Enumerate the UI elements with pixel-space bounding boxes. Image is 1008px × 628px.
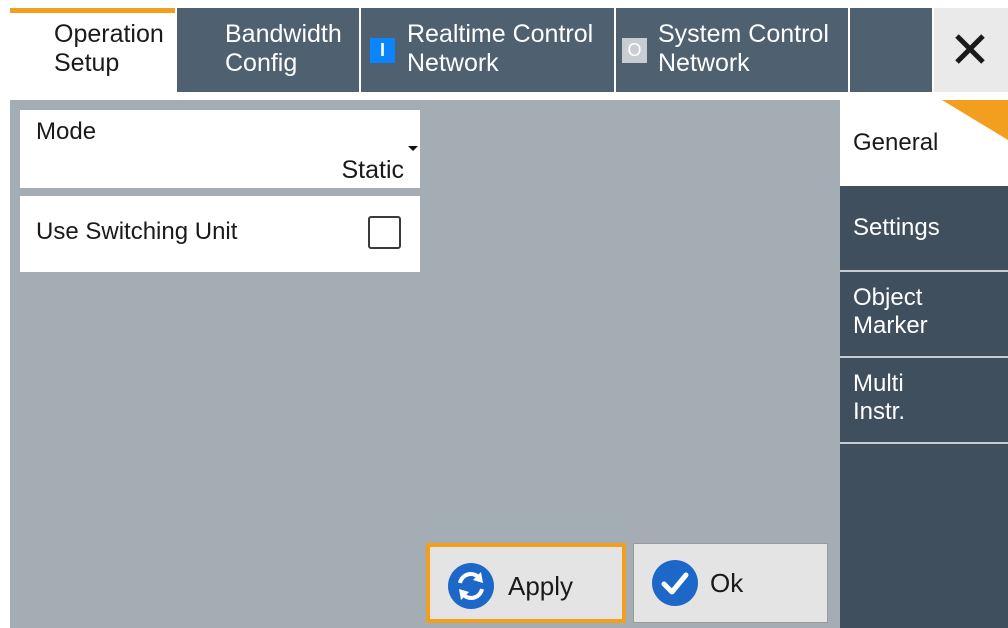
side-nav-label-line2: Instr.: [853, 398, 906, 425]
mode-select[interactable]: Mode Static: [20, 110, 420, 188]
side-nav-label-line1: Object: [853, 284, 923, 311]
side-nav-multi-instr[interactable]: Multi Instr.: [840, 358, 1008, 444]
mode-value: Static: [341, 156, 404, 184]
tab-operation-setup[interactable]: Operation Setup: [10, 8, 175, 92]
tab-label-line2: Network: [658, 49, 750, 77]
apply-refresh-icon: [448, 563, 494, 609]
tab-label-line2: Network: [407, 49, 499, 77]
ok-label: Ok: [710, 568, 744, 598]
tab-label-line2: Setup: [54, 49, 120, 77]
mode-label: Mode: [36, 118, 97, 145]
tab-label-line1: Realtime Control: [407, 20, 594, 48]
side-nav-label: General: [853, 129, 939, 156]
checkmark-icon: [652, 560, 698, 606]
use-switching-unit-checkbox[interactable]: [368, 216, 401, 249]
use-switching-unit-field: Use Switching Unit: [20, 196, 420, 272]
active-corner-indicator: [942, 100, 1008, 140]
led-off-icon: O: [622, 38, 647, 63]
tab-bandwidth-config[interactable]: Bandwidth Config: [177, 8, 359, 92]
side-nav-object-marker[interactable]: Object Marker: [840, 272, 1008, 358]
use-switching-unit-label: Use Switching Unit: [36, 218, 238, 245]
tab-bar: Operation Setup Bandwidth Config I Realt…: [0, 0, 1008, 95]
tab-label-line1: System Control: [658, 20, 829, 48]
dropdown-caret-icon: [408, 146, 418, 151]
ok-button[interactable]: Ok: [633, 543, 828, 623]
tab-empty: [850, 8, 932, 92]
apply-label: Apply: [508, 571, 574, 601]
tab-label-line2: Config: [225, 49, 298, 77]
tab-realtime-control-network[interactable]: I Realtime Control Network: [361, 8, 614, 92]
side-nav-label: Settings: [853, 214, 940, 241]
close-icon: [955, 34, 985, 64]
apply-button[interactable]: Apply: [426, 543, 626, 623]
tab-label-line1: Bandwidth: [225, 20, 342, 48]
side-nav: General Settings Object Marker Multi Ins…: [840, 100, 1008, 628]
side-nav-label-line2: Marker: [853, 312, 928, 339]
side-nav-settings[interactable]: Settings: [840, 186, 1008, 272]
close-button[interactable]: [934, 8, 1008, 92]
side-nav-label-line1: Multi: [853, 370, 904, 397]
side-nav-general[interactable]: General: [840, 100, 1008, 186]
active-tab-indicator: [10, 8, 175, 13]
tab-system-control-network[interactable]: O System Control Network: [616, 8, 848, 92]
led-on-icon: I: [370, 38, 395, 63]
tab-label-line1: Operation: [54, 20, 164, 48]
